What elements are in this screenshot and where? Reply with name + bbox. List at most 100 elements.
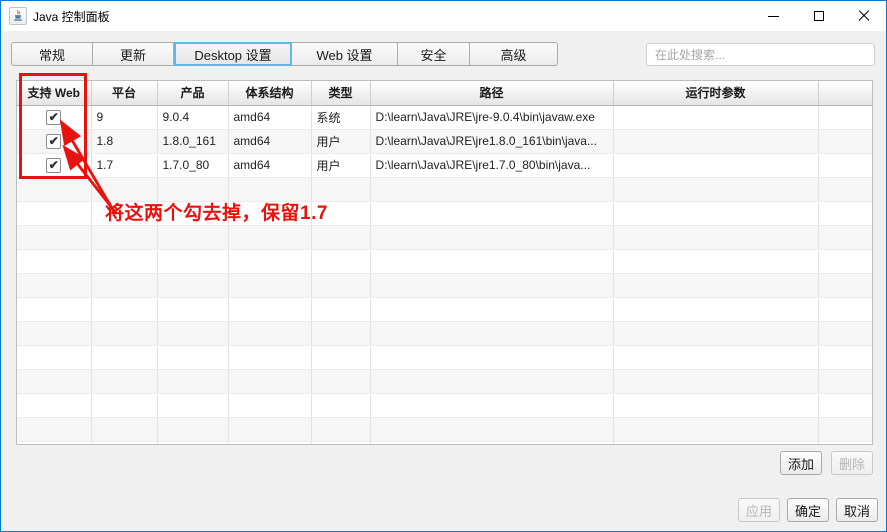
empty-table-row[interactable] xyxy=(17,345,872,370)
column-header[interactable]: 路径 xyxy=(370,81,614,106)
cell-arch: amd64 xyxy=(228,129,312,154)
cell-blank xyxy=(311,249,371,274)
empty-table-row[interactable] xyxy=(17,321,872,346)
table-row[interactable]: ✔ 9 9.0.4 amd64 系统 D:\learn\Java\JRE\jre-9.0.… xyxy=(17,105,872,130)
ok-button[interactable]: 确定 xyxy=(787,498,829,522)
cell-blank xyxy=(311,321,371,346)
cell-blank xyxy=(17,417,92,442)
cell-blank xyxy=(228,417,312,442)
cell-blank xyxy=(818,201,872,226)
tab-desktop-设置[interactable]: Desktop 设置 xyxy=(174,42,292,66)
cell-blank xyxy=(157,369,229,394)
cell-blank xyxy=(370,201,614,226)
cell-blank xyxy=(370,345,614,370)
cell-blank xyxy=(613,417,819,442)
jre-table: 支持 Web 平台 产品 体系结构 类型 路径 运行时参数 ✔ 9 9.0.4 amd64 系统 D:… xyxy=(16,80,873,445)
cell-blank xyxy=(17,393,92,418)
tab-安全[interactable]: 安全 xyxy=(398,42,470,66)
cell-blank xyxy=(91,249,158,274)
cell-blank xyxy=(613,369,819,394)
cell-product: 1.8.0_161 xyxy=(157,129,229,154)
column-header[interactable]: 支持 Web xyxy=(17,81,92,106)
empty-table-row[interactable] xyxy=(17,441,872,444)
empty-table-row[interactable] xyxy=(17,225,872,250)
cell-blank xyxy=(370,249,614,274)
web-support-checkbox[interactable]: ✔ xyxy=(46,109,62,125)
cell-blank xyxy=(157,297,229,322)
table-row[interactable]: ✔ 1.7 1.7.0_80 amd64 用户 D:\learn\Java\JRE\jre… xyxy=(17,153,872,178)
cell-blank xyxy=(818,249,872,274)
tab-高级[interactable]: 高级 xyxy=(470,42,558,66)
cell-blank xyxy=(157,393,229,418)
cell-blank xyxy=(818,225,872,250)
cell-blank xyxy=(17,297,92,322)
apply-button[interactable]: 应用 xyxy=(738,498,780,522)
add-button[interactable]: 添加 xyxy=(780,451,822,475)
column-header[interactable]: 类型 xyxy=(311,81,371,106)
tab-常规[interactable]: 常规 xyxy=(11,42,93,66)
minimize-button[interactable] xyxy=(751,1,796,31)
empty-table-row[interactable] xyxy=(17,297,872,322)
table-row[interactable]: ✔ 1.8 1.8.0_161 amd64 用户 D:\learn\Java\JRE\jr… xyxy=(17,129,872,154)
cell-platform: 1.7 xyxy=(91,153,158,178)
cell-platform: 1.8 xyxy=(91,129,158,154)
cell-blank xyxy=(17,225,92,250)
cell-blank xyxy=(17,345,92,370)
table-header-row: 支持 Web 平台 产品 体系结构 类型 路径 运行时参数 xyxy=(17,81,872,106)
empty-table-row[interactable] xyxy=(17,273,872,298)
cell-blank xyxy=(613,273,819,298)
cell-blank xyxy=(157,249,229,274)
column-header[interactable]: 运行时参数 xyxy=(613,81,819,106)
cell-blank xyxy=(370,393,614,418)
maximize-button[interactable] xyxy=(796,1,841,31)
web-support-checkbox[interactable]: ✔ xyxy=(46,157,62,173)
empty-table-row[interactable] xyxy=(17,417,872,442)
cell-blank xyxy=(91,441,158,444)
empty-table-row[interactable] xyxy=(17,369,872,394)
cell-blank xyxy=(17,321,92,346)
empty-table-row[interactable] xyxy=(17,393,872,418)
cell-blank xyxy=(818,345,872,370)
cell-blank xyxy=(370,177,614,202)
cell-platform: 9 xyxy=(91,105,158,130)
minimize-icon xyxy=(768,15,779,17)
cell-blank xyxy=(157,273,229,298)
cell-blank xyxy=(613,297,819,322)
column-header[interactable]: 体系结构 xyxy=(228,81,312,106)
maximize-icon xyxy=(813,11,824,21)
cell-blank xyxy=(818,441,872,444)
cell-type: 系统 xyxy=(311,105,371,130)
cell-blank xyxy=(228,297,312,322)
cell-blank xyxy=(311,369,371,394)
cell-blank xyxy=(17,201,92,226)
window-controls xyxy=(751,1,886,31)
tab-更新[interactable]: 更新 xyxy=(93,42,174,66)
search-input[interactable] xyxy=(646,43,875,66)
cell-blank xyxy=(17,441,92,444)
cell-runtime_params xyxy=(613,105,819,130)
close-button[interactable] xyxy=(841,1,886,31)
cell-blank xyxy=(228,273,312,298)
cell-arch: amd64 xyxy=(228,153,312,178)
cell-blank xyxy=(818,177,872,202)
cell-blank xyxy=(17,177,92,202)
cell-blank xyxy=(228,225,312,250)
cell-blank xyxy=(370,297,614,322)
column-header[interactable]: 平台 xyxy=(91,81,158,106)
column-header[interactable]: 产品 xyxy=(157,81,229,106)
cell-blank xyxy=(91,345,158,370)
empty-table-row[interactable] xyxy=(17,249,872,274)
web-support-checkbox[interactable]: ✔ xyxy=(46,133,62,149)
cell-arch: amd64 xyxy=(228,105,312,130)
cell-path: D:\learn\Java\JRE\jre-9.0.4\bin\javaw.ex… xyxy=(370,105,614,130)
cell-blank xyxy=(91,393,158,418)
remove-button[interactable]: 删除 xyxy=(831,451,873,475)
cell-blank xyxy=(311,393,371,418)
column-header[interactable] xyxy=(818,81,872,106)
tab-web-设置[interactable]: Web 设置 xyxy=(292,42,398,66)
cell-blank xyxy=(818,129,872,154)
cancel-button[interactable]: 取消 xyxy=(836,498,878,522)
window-title: Java 控制面板 xyxy=(33,9,110,24)
cell-blank xyxy=(228,249,312,274)
cell-blank xyxy=(613,225,819,250)
